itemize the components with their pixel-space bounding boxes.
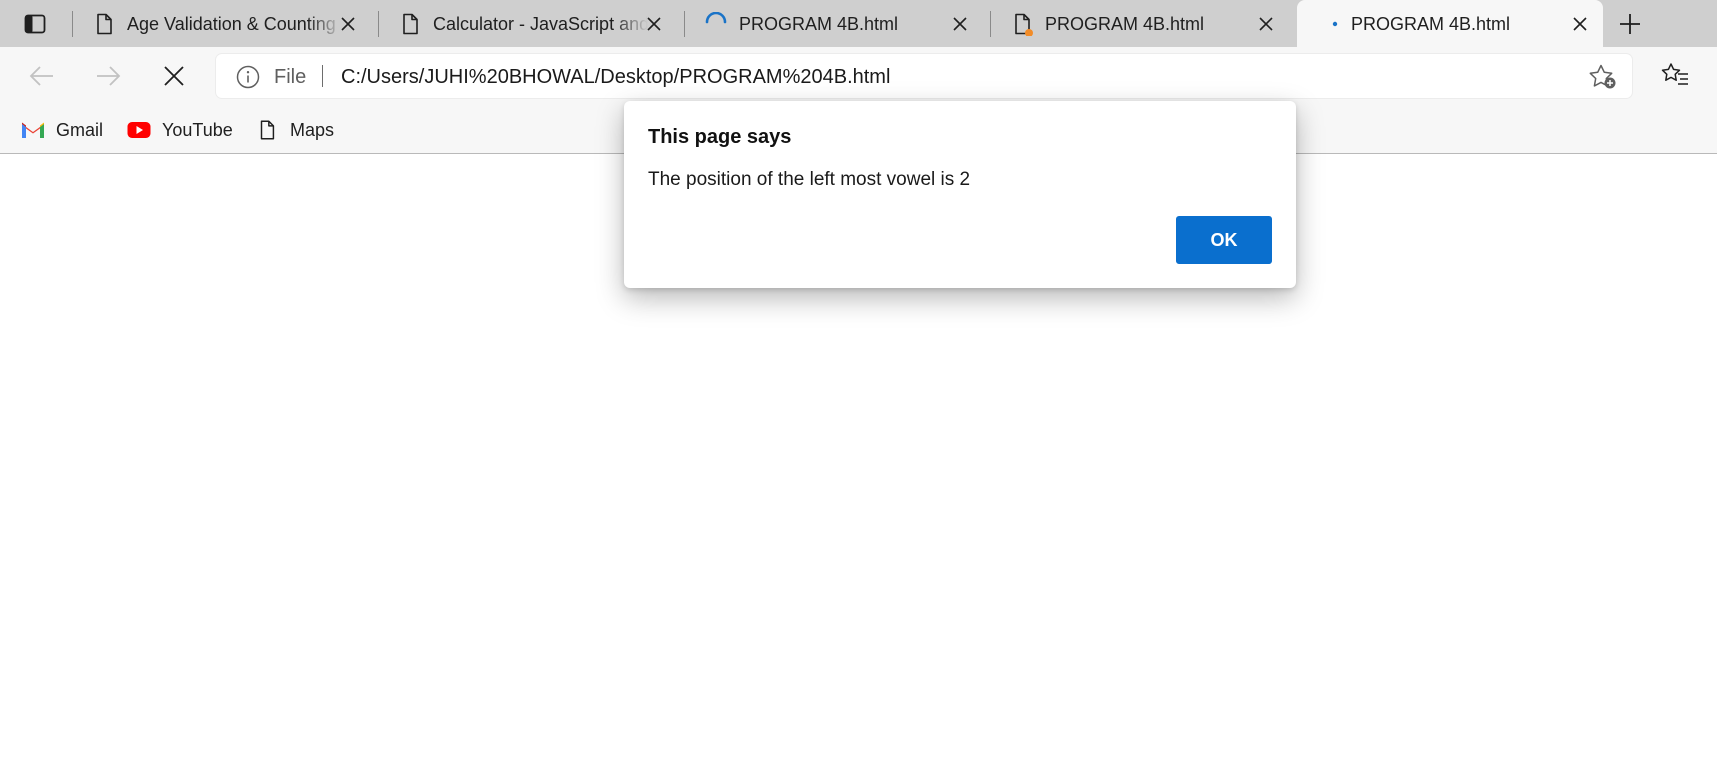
tab-4[interactable]: PROGRAM 4B.html <box>990 0 1296 47</box>
arrow-left-icon <box>29 66 53 86</box>
bookmark-label: YouTube <box>162 119 233 140</box>
alert-dialog: This page says The position of the left … <box>624 101 1296 288</box>
bookmark-youtube[interactable]: YouTube <box>126 115 233 145</box>
bookmark-label: Maps <box>290 119 335 140</box>
close-icon <box>1573 17 1587 31</box>
close-icon <box>953 17 967 31</box>
address-scheme: File <box>274 66 307 88</box>
new-tab-button[interactable] <box>1614 9 1646 39</box>
tab-5-active[interactable]: PROGRAM 4B.html <box>1297 0 1603 47</box>
tab-close-button[interactable] <box>337 13 359 35</box>
tab-separator <box>72 11 73 37</box>
tab-title: PROGRAM 4B.html <box>739 14 899 34</box>
arrow-right-icon <box>97 66 121 86</box>
dialog-title: This page says <box>648 126 792 148</box>
bookmark-gmail[interactable]: Gmail <box>20 115 103 145</box>
tab-actions-button[interactable] <box>14 10 56 38</box>
plus-icon <box>1620 14 1640 34</box>
loading-spinner-icon <box>705 12 727 24</box>
page-icon <box>97 13 112 35</box>
stop-loading-button[interactable] <box>154 57 194 95</box>
address-bar[interactable]: File C:/Users/JUHI%20BHOWAL/Desktop/PROG… <box>216 54 1632 98</box>
gmail-icon <box>20 119 46 141</box>
page-icon <box>403 13 418 35</box>
tab-title: Calculator - JavaScript and <box>433 14 648 34</box>
close-icon <box>164 66 184 86</box>
bookmark-maps[interactable]: Maps <box>254 115 334 145</box>
notification-dot-icon <box>1025 29 1033 36</box>
tab-separator <box>684 11 685 37</box>
back-button[interactable] <box>22 57 62 95</box>
tab-close-button[interactable] <box>643 13 665 35</box>
favorites-button[interactable] <box>1655 56 1695 94</box>
favorites-icon <box>1661 63 1688 85</box>
forward-button[interactable] <box>88 57 128 95</box>
tab-separator <box>378 11 379 37</box>
tab-2[interactable]: Calculator - JavaScript and <box>378 0 684 47</box>
tab-actions-icon <box>24 14 46 34</box>
page-icon <box>254 119 280 141</box>
youtube-icon <box>126 119 152 141</box>
tab-3[interactable]: PROGRAM 4B.html <box>684 0 990 47</box>
ok-button[interactable]: OK <box>1176 216 1272 264</box>
close-icon <box>341 17 355 31</box>
info-icon[interactable] <box>236 65 260 89</box>
tab-separator <box>990 11 991 37</box>
tab-title: PROGRAM 4B.html <box>1045 14 1205 34</box>
close-icon <box>647 17 661 31</box>
address-url[interactable]: C:/Users/JUHI%20BHOWAL/Desktop/PROGRAM%2… <box>341 65 890 89</box>
tab-title: Age Validation & Counting <box>127 14 336 34</box>
tab-1[interactable]: Age Validation & Counting <box>72 0 378 47</box>
tab-close-button[interactable] <box>1255 13 1277 35</box>
address-divider <box>322 65 323 87</box>
navigation-toolbar: File C:/Users/JUHI%20BHOWAL/Desktop/PROG… <box>0 47 1717 105</box>
tab-close-button[interactable] <box>1569 13 1591 35</box>
tab-close-button[interactable] <box>949 13 971 35</box>
loading-dot-icon <box>1332 21 1338 27</box>
bookmark-label: Gmail <box>56 119 104 140</box>
dialog-message: The position of the left most vowel is 2 <box>648 169 971 190</box>
close-icon <box>1259 17 1273 31</box>
add-favorite-icon[interactable] <box>1588 63 1618 91</box>
page-icon <box>1015 13 1033 36</box>
tab-strip: Age Validation & Counting Calculator - J… <box>0 0 1717 47</box>
tab-title: PROGRAM 4B.html <box>1351 14 1511 34</box>
